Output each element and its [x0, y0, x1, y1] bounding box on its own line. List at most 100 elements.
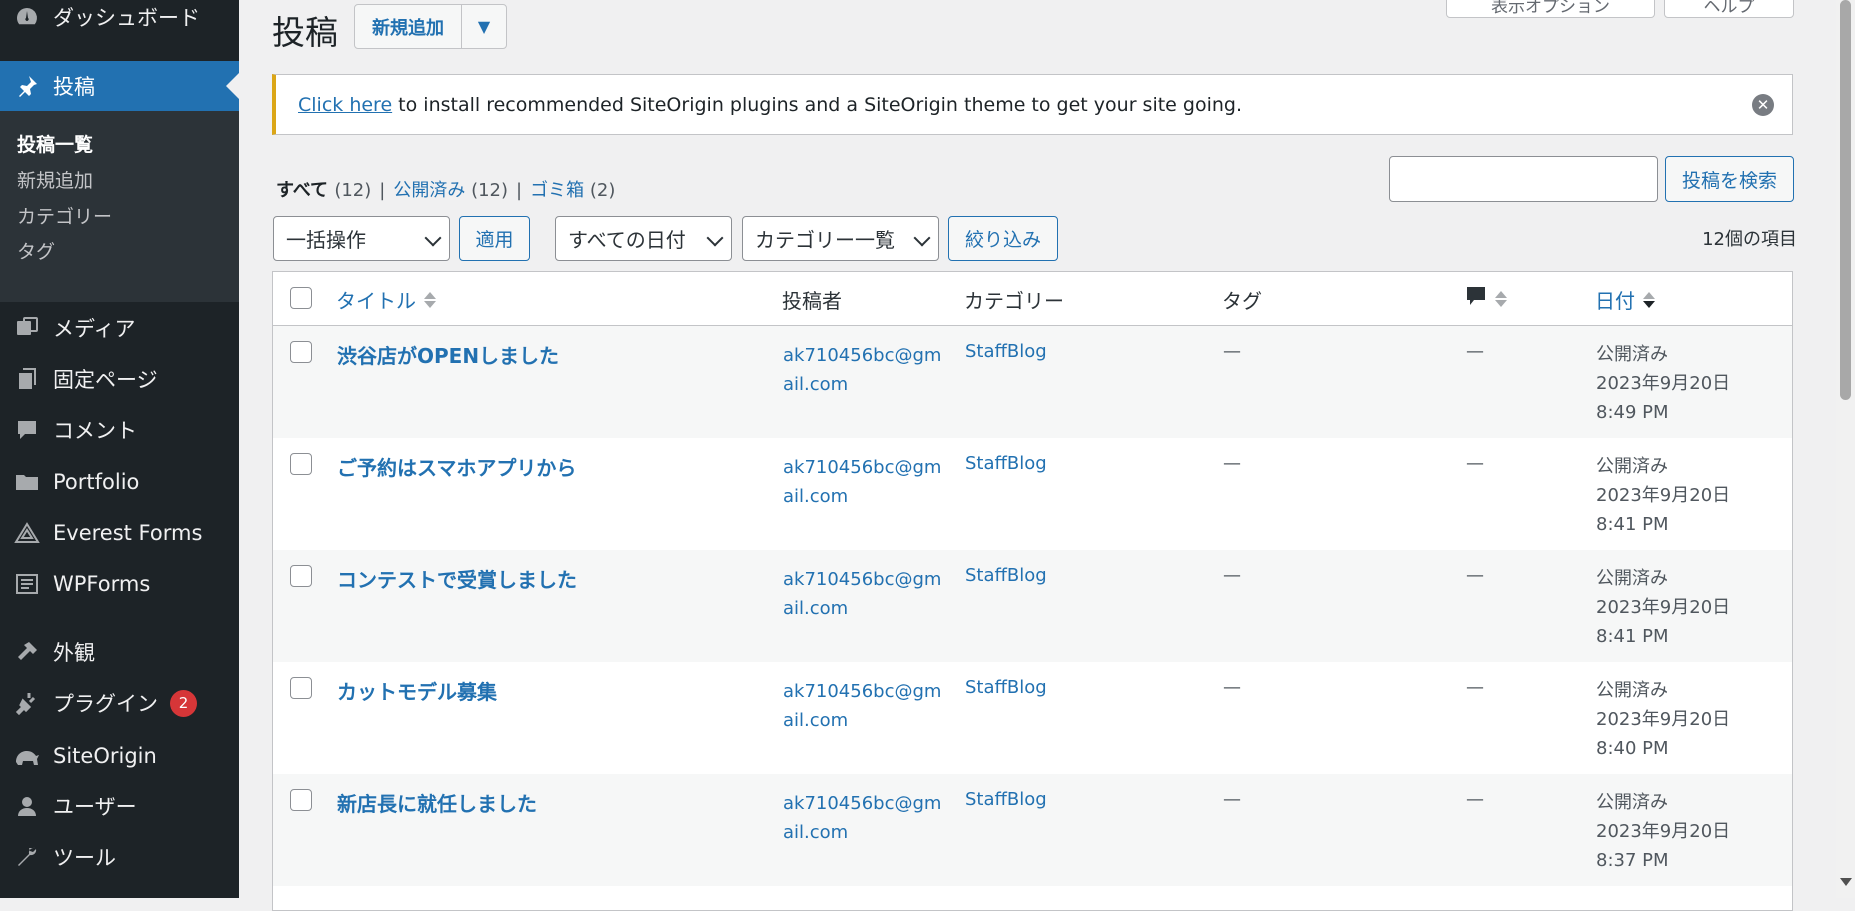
post-search-input[interactable]	[1389, 156, 1658, 202]
filter-all[interactable]: すべて (12)	[276, 180, 371, 201]
post-title-link[interactable]: 渋谷店がOPENしました	[337, 340, 559, 369]
apply-button[interactable]: 適用	[459, 216, 530, 261]
column-comments-sort[interactable]	[1465, 285, 1507, 312]
wpforms-icon	[12, 569, 42, 599]
post-comments: —	[1466, 677, 1484, 698]
menu-label: SiteOrigin	[53, 744, 157, 768]
screen-options-tab[interactable]: 表示オプション	[1446, 0, 1655, 18]
post-category-link[interactable]: StaffBlog	[965, 453, 1047, 474]
column-author: 投稿者	[782, 289, 842, 313]
post-tags: —	[1223, 341, 1241, 362]
column-date-sort[interactable]: 日付	[1595, 285, 1655, 314]
row-checkbox[interactable]	[290, 565, 312, 587]
post-author-link[interactable]: ak710456bc@gmail.com	[783, 453, 943, 511]
row-checkbox[interactable]	[290, 677, 312, 699]
submenu-all-posts[interactable]: 投稿一覧	[17, 130, 93, 157]
filter-trash-count: (2)	[589, 180, 616, 201]
menu-everest-forms[interactable]: Everest Forms	[0, 508, 239, 558]
dismiss-icon[interactable]: ✕	[1752, 93, 1774, 116]
table-row: ご予約はスマホアプリから ak710456bc@gmail.com StaffB…	[273, 438, 1792, 550]
folder-icon	[12, 467, 42, 497]
filter-all-count: (12)	[334, 180, 372, 201]
post-author-link[interactable]: ak710456bc@gmail.com	[783, 341, 943, 399]
table-row: 渋谷店がOPENしました ak710456bc@gmail.com StaffB…	[273, 326, 1792, 438]
add-new-dropdown-toggle[interactable]: ▼	[462, 5, 506, 48]
menu-posts[interactable]: 投稿	[0, 61, 239, 111]
post-author-link[interactable]: ak710456bc@gmail.com	[783, 565, 943, 623]
post-category-link[interactable]: StaffBlog	[965, 565, 1047, 586]
siteorigin-notice: Click here to install recommended SiteOr…	[272, 74, 1793, 135]
plugin-icon	[12, 688, 42, 718]
date-filter-select[interactable]: すべての日付	[555, 216, 732, 261]
filter-published[interactable]: 公開済み	[393, 180, 465, 201]
row-checkbox[interactable]	[290, 453, 312, 475]
menu-wpforms[interactable]: WPForms	[0, 559, 239, 609]
menu-plugins[interactable]: プラグイン 2	[0, 678, 239, 728]
post-category-link[interactable]: StaffBlog	[965, 341, 1047, 362]
submenu-add-new[interactable]: 新規追加	[17, 166, 93, 193]
bulk-action-select[interactable]: 一括操作	[273, 216, 450, 261]
user-icon	[12, 791, 42, 821]
sort-icon	[1495, 290, 1507, 307]
post-title-link[interactable]: コンテストで受賞しました	[337, 564, 577, 593]
filter-all-label: すべて	[276, 180, 329, 201]
row-checkbox[interactable]	[290, 789, 312, 811]
post-title-link[interactable]: カットモデル募集	[337, 676, 497, 705]
menu-pages[interactable]: 固定ページ	[0, 354, 239, 404]
category-filter-select[interactable]: カテゴリー一覧	[742, 216, 939, 261]
menu-users[interactable]: ユーザー	[0, 781, 239, 831]
menu-comments[interactable]: コメント	[0, 405, 239, 455]
chevron-down-icon	[424, 229, 442, 246]
post-title-link[interactable]: 新店長に就任しました	[337, 788, 537, 817]
notice-install-link[interactable]: Click here	[298, 94, 392, 116]
post-author-link[interactable]: ak710456bc@gmail.com	[783, 677, 943, 735]
filter-button[interactable]: 絞り込み	[948, 216, 1058, 261]
chevron-down-icon	[913, 229, 931, 246]
column-tags: タグ	[1222, 289, 1262, 313]
page-scrollbar[interactable]	[1836, 0, 1855, 898]
post-date-cell: 公開済み 2023年9月20日 8:41 PM	[1596, 452, 1776, 539]
menu-appearance[interactable]: 外観	[0, 627, 239, 677]
menu-tools[interactable]: ツール	[0, 832, 239, 882]
post-category-link[interactable]: StaffBlog	[965, 677, 1047, 698]
media-icon	[12, 313, 42, 343]
menu-dashboard[interactable]: ダッシュボード	[0, 0, 239, 42]
filter-separator: |	[379, 180, 386, 201]
post-author-link[interactable]: ak710456bc@gmail.com	[783, 789, 943, 847]
pages-icon	[12, 364, 42, 394]
submenu-categories[interactable]: カテゴリー	[17, 202, 112, 229]
select-all-checkbox[interactable]	[290, 287, 312, 309]
search-posts-button[interactable]: 投稿を検索	[1665, 156, 1794, 202]
main-content: 表示オプション ヘルプ 投稿 新規追加 ▼ Click here to inst…	[239, 0, 1855, 911]
comment-bubble-icon	[1465, 285, 1487, 312]
submenu-tags[interactable]: タグ	[17, 237, 55, 264]
column-title-sort[interactable]: タイトル	[336, 285, 436, 314]
post-date-cell: 公開済み 2023年9月20日 8:49 PM	[1596, 340, 1776, 427]
menu-label: WPForms	[53, 572, 151, 596]
menu-label: Portfolio	[53, 470, 140, 494]
menu-media[interactable]: メディア	[0, 303, 239, 353]
post-tags: —	[1223, 677, 1241, 698]
page-title: 投稿	[272, 13, 338, 52]
filter-published-label: 公開済み	[393, 180, 466, 201]
menu-portfolio[interactable]: Portfolio	[0, 457, 239, 507]
filter-trash[interactable]: ゴミ箱	[530, 180, 584, 201]
post-comments: —	[1466, 453, 1484, 474]
update-count-badge: 2	[170, 689, 197, 717]
sort-icon	[424, 291, 436, 308]
post-comments: —	[1466, 565, 1484, 586]
table-row: カットモデル募集 ak710456bc@gmail.com StaffBlog …	[273, 662, 1792, 774]
category-filter-value: カテゴリー一覧	[755, 228, 895, 252]
notice-text: to install recommended SiteOrigin plugin…	[392, 93, 1243, 116]
menu-siteorigin[interactable]: SiteOrigin	[0, 731, 239, 781]
help-tab[interactable]: ヘルプ	[1664, 0, 1794, 18]
menu-label: 外観	[53, 641, 95, 665]
post-tags: —	[1223, 453, 1241, 474]
post-category-link[interactable]: StaffBlog	[965, 789, 1047, 810]
scroll-down-arrow-icon[interactable]	[1840, 878, 1852, 886]
filter-separator: |	[516, 180, 523, 201]
add-new-button[interactable]: 新規追加	[355, 5, 462, 48]
post-title-link[interactable]: ご予約はスマホアプリから	[337, 452, 576, 481]
scrollbar-thumb[interactable]	[1840, 0, 1851, 400]
row-checkbox[interactable]	[290, 341, 312, 363]
